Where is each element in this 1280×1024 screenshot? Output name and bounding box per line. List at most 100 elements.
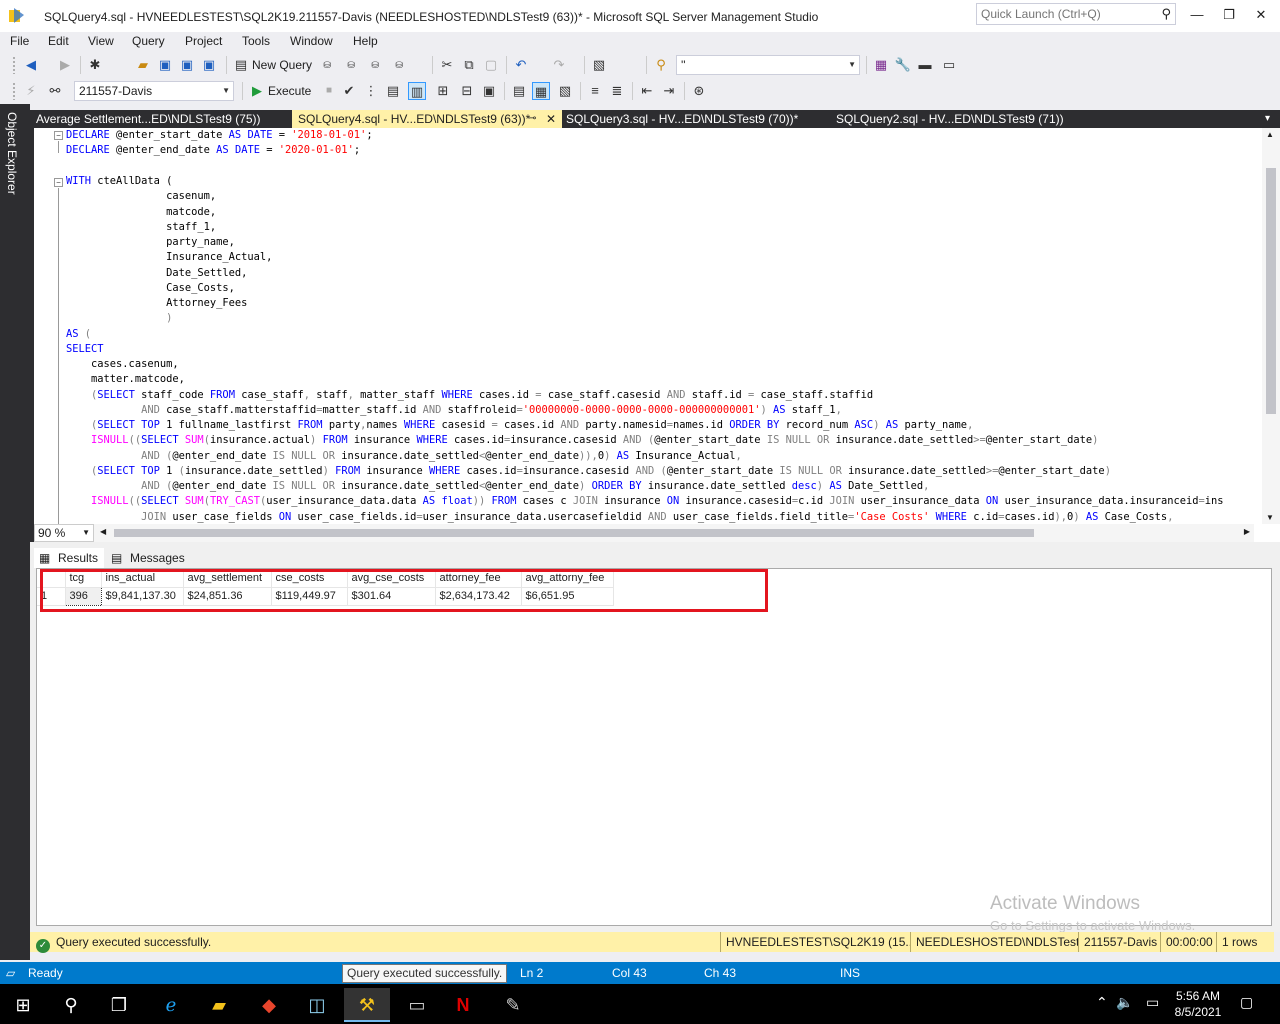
quick-launch-input[interactable] — [977, 4, 1147, 24]
estimated-plan-icon[interactable]: ⋮ — [362, 82, 380, 100]
activity-monitor-icon[interactable]: ▧ — [590, 56, 608, 74]
execute-icon[interactable]: ▶ — [248, 82, 266, 100]
editor-horizontal-scrollbar[interactable]: 90 % ▼ ◀ ▶ — [34, 524, 1254, 542]
tab-messages[interactable]: ▤ Messages — [106, 548, 192, 568]
object-explorer-tab[interactable]: Object Explorer — [5, 112, 19, 195]
code-area[interactable]: DECLARE @enter_start_date AS DATE = '201… — [66, 128, 1256, 524]
parse-icon[interactable]: ✔ — [340, 82, 358, 100]
results-to-grid-icon[interactable]: ▦ — [532, 82, 550, 100]
menu-edit[interactable]: Edit — [48, 34, 69, 48]
command-window-icon[interactable]: ▭ — [940, 56, 958, 74]
clock[interactable]: 5:56 AM 8/5/2021 — [1168, 988, 1228, 1020]
change-connection-icon[interactable]: ⚯ — [46, 82, 64, 100]
tray-overflow-icon[interactable]: ⌃ — [1096, 994, 1108, 1011]
scroll-right-icon[interactable]: ▶ — [1244, 527, 1250, 536]
tab-sqlquery3[interactable]: SQLQuery3.sql - HV...ED\NDLSTest9 (70))* — [560, 110, 822, 128]
xmla-query-icon[interactable]: ⛁ — [366, 56, 384, 74]
start-windows-icon[interactable]: ⊞ — [0, 988, 46, 1022]
tab-sqlquery2[interactable]: SQLQuery2.sql - HV...ED\NDLSTest9 (71)) — [830, 110, 1092, 128]
save-all-files-icon[interactable]: ▣ — [200, 56, 218, 74]
scroll-left-icon[interactable]: ◀ — [100, 527, 106, 536]
chevron-down-icon[interactable]: ▼ — [848, 56, 856, 74]
network-icon[interactable]: ▭ — [1146, 994, 1159, 1011]
new-project-icon[interactable]: ✱ — [86, 56, 104, 74]
query-options-icon[interactable]: ▥ — [408, 82, 426, 100]
save-all-icon[interactable]: ▣ — [178, 56, 196, 74]
results-grid[interactable]: tcg ins_actual avg_settlement cse_costs … — [36, 568, 1272, 926]
cut-icon[interactable]: ✂ — [438, 56, 456, 74]
execute-button[interactable]: Execute — [268, 84, 311, 98]
comment-icon[interactable]: ≡ — [586, 82, 604, 100]
find-in-files-icon[interactable]: ⚲ — [652, 56, 670, 74]
toolbox-icon[interactable]: ▬ — [916, 56, 934, 74]
connect-icon[interactable]: ⚡ — [22, 82, 40, 100]
actual-plan-icon[interactable]: ⊟ — [458, 82, 476, 100]
redo-icon[interactable]: ↷ — [550, 56, 568, 74]
ssms-taskbar-icon[interactable]: ⚒ — [344, 988, 390, 1022]
increase-indent-icon[interactable]: ⇥ — [660, 82, 678, 100]
dax-query-icon[interactable]: ⛁ — [390, 56, 408, 74]
needles-icon[interactable]: N — [440, 988, 486, 1022]
save-icon[interactable]: ▣ — [156, 56, 174, 74]
menu-query[interactable]: Query — [132, 34, 165, 48]
computer-icon[interactable]: ▭ — [394, 988, 440, 1022]
edge-browser-icon[interactable]: ℯ — [148, 988, 194, 1022]
copy-icon[interactable]: ⧉ — [460, 56, 478, 74]
app-red-icon[interactable]: ◆ — [246, 988, 292, 1022]
menu-project[interactable]: Project — [185, 34, 222, 48]
collapse-icon[interactable]: − — [54, 131, 63, 140]
sql-editor[interactable]: − − DECLARE @enter_start_date AS DATE = … — [30, 128, 1280, 542]
scrollbar-thumb[interactable] — [114, 529, 1034, 537]
chevron-down-icon[interactable]: ▼ — [82, 525, 90, 541]
dmx-query-icon[interactable]: ⛁ — [342, 56, 360, 74]
menu-tools[interactable]: Tools — [242, 34, 270, 48]
tab-overflow-icon[interactable]: ▾ — [1265, 110, 1270, 128]
close-button[interactable]: ✕ — [1244, 4, 1278, 26]
notification-icon[interactable]: ▢ — [1240, 994, 1253, 1011]
results-to-text-icon[interactable]: ▤ — [510, 82, 528, 100]
task-view-icon[interactable]: ❐ — [96, 988, 142, 1022]
scroll-up-icon[interactable]: ▲ — [1266, 130, 1274, 139]
specify-values-icon[interactable]: ⊛ — [690, 82, 708, 100]
menu-window[interactable]: Window — [290, 34, 333, 48]
tab-results[interactable]: ▦ Results — [34, 548, 104, 568]
undo-icon[interactable]: ↶ — [512, 56, 530, 74]
decrease-indent-icon[interactable]: ⇤ — [638, 82, 656, 100]
search-icon[interactable]: ⚲ — [1161, 6, 1171, 22]
query-designer-icon[interactable]: ▤ — [384, 82, 402, 100]
volume-icon[interactable]: 🔈 — [1116, 994, 1133, 1011]
editor-vertical-scrollbar[interactable]: ▲ ▼ — [1262, 128, 1280, 524]
search-icon[interactable]: ⚲ — [48, 988, 94, 1022]
client-statistics-icon[interactable]: ▣ — [480, 82, 498, 100]
properties-icon[interactable]: 🔧 — [894, 56, 912, 74]
quick-launch[interactable]: ⚲ — [976, 3, 1176, 25]
paint-icon[interactable]: ✎ — [490, 988, 536, 1022]
app-blue-icon[interactable]: ◫ — [294, 988, 340, 1022]
new-query-icon[interactable]: ▤ — [232, 56, 250, 74]
tab-sqlquery4[interactable]: SQLQuery4.sql - HV...ED\NDLSTest9 (63))*… — [292, 110, 562, 128]
uncomment-icon[interactable]: ≣ — [608, 82, 626, 100]
menu-view[interactable]: View — [88, 34, 114, 48]
database-select[interactable]: 211557-Davis ▼ — [74, 81, 234, 101]
toolbar-grip[interactable] — [12, 56, 16, 74]
menu-help[interactable]: Help — [353, 34, 378, 48]
find-combo[interactable]: '' ▼ — [676, 55, 860, 75]
chevron-down-icon[interactable]: ▼ — [222, 82, 230, 100]
file-explorer-icon[interactable]: ▰ — [196, 988, 242, 1022]
cancel-query-icon[interactable]: ■ — [320, 82, 338, 100]
collapse-icon[interactable]: − — [54, 178, 63, 187]
scrollbar-thumb[interactable] — [1266, 168, 1276, 414]
results-to-file-icon[interactable]: ▧ — [556, 82, 574, 100]
mdx-query-icon[interactable]: ⛁ — [318, 56, 336, 74]
zoom-select[interactable]: 90 % ▼ — [34, 524, 94, 542]
close-tab-icon[interactable]: ✕ — [546, 110, 556, 128]
pin-icon[interactable]: ⊸ — [528, 110, 536, 128]
back-icon[interactable]: ◀ — [22, 56, 40, 74]
new-query-button[interactable]: New Query — [252, 58, 312, 72]
tab-average-settlement[interactable]: Average Settlement...ED\NDLSTest9 (75)) — [30, 110, 292, 128]
intellisense-icon[interactable]: ⊞ — [434, 82, 452, 100]
toolbar-grip[interactable] — [12, 82, 16, 100]
forward-icon[interactable]: ▶ — [56, 56, 74, 74]
scroll-down-icon[interactable]: ▼ — [1266, 513, 1274, 522]
menu-file[interactable]: File — [10, 34, 29, 48]
